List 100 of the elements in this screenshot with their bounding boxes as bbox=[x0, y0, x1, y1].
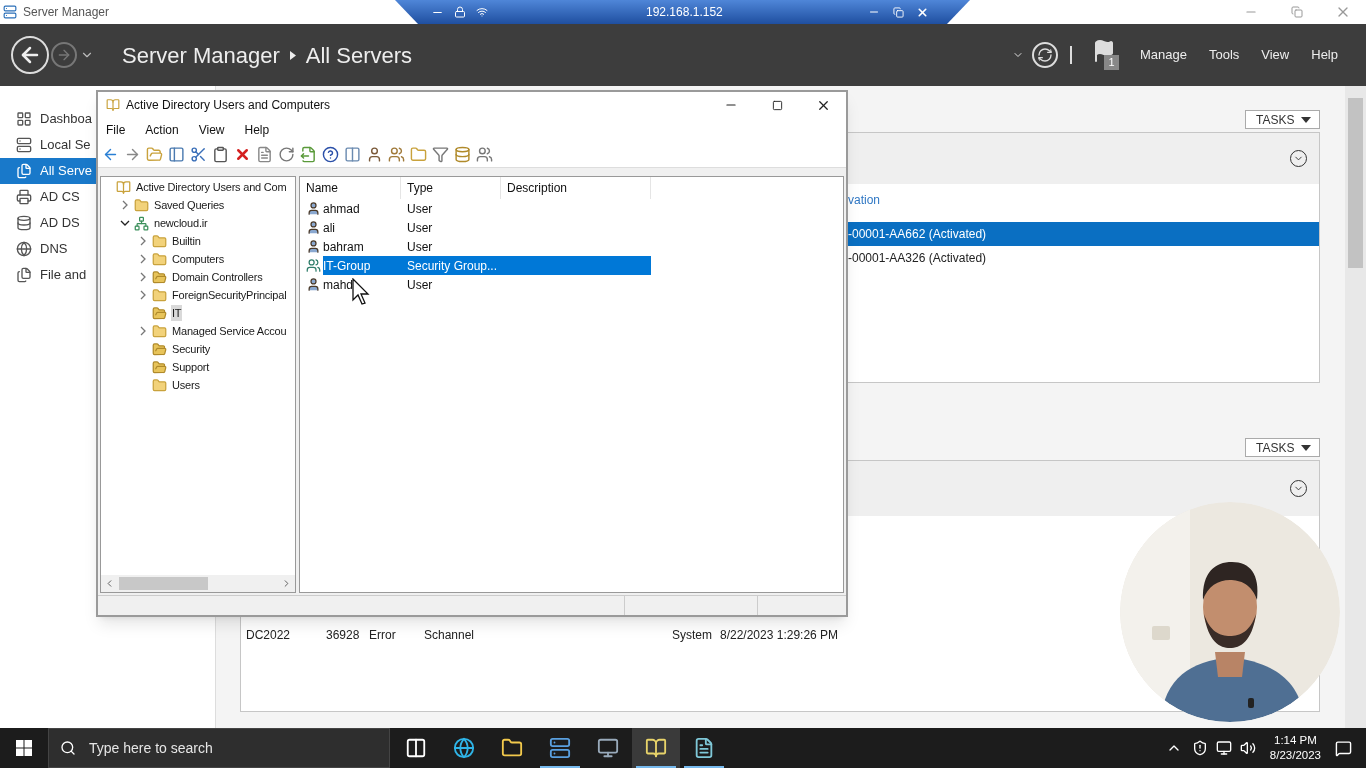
panel-icon[interactable] bbox=[344, 146, 361, 163]
tree-item[interactable]: Support bbox=[171, 359, 211, 375]
arrow-right-icon bbox=[56, 47, 72, 63]
sidebar-item[interactable]: Dashboa bbox=[0, 106, 96, 132]
tree-item[interactable]: newcloud.ir bbox=[153, 215, 209, 231]
folder-icon bbox=[152, 233, 167, 249]
help-icon[interactable] bbox=[322, 146, 339, 163]
menu-item[interactable]: View bbox=[198, 121, 225, 139]
sidebar-item[interactable]: File and bbox=[0, 262, 96, 288]
export-icon[interactable] bbox=[300, 146, 317, 163]
column-header[interactable]: Name bbox=[300, 177, 401, 199]
folder-icon[interactable] bbox=[410, 146, 427, 163]
breadcrumb-separator-icon bbox=[289, 50, 296, 60]
taskbar-app[interactable] bbox=[632, 728, 680, 768]
table-row[interactable]: DC2022 36928 Error Schannel System 8/22/2023 1:29:26 PM bbox=[246, 626, 920, 644]
tree-item[interactable]: Users bbox=[171, 377, 201, 393]
breadcrumb-item[interactable]: Server Manager bbox=[122, 38, 280, 72]
tree-item[interactable]: IT bbox=[171, 305, 183, 321]
filter-icon[interactable] bbox=[432, 146, 449, 163]
tree-item[interactable]: Computers bbox=[171, 251, 225, 267]
column-header[interactable]: vation bbox=[848, 191, 881, 209]
menu-item[interactable]: Manage bbox=[1139, 45, 1187, 65]
sidebar-item[interactable]: AD DS bbox=[0, 210, 96, 236]
menu-item[interactable]: Help bbox=[244, 121, 270, 139]
clock[interactable]: 1:14 PM 8/23/2023 bbox=[1265, 733, 1325, 763]
user-icon bbox=[306, 239, 321, 254]
folder-icon bbox=[152, 323, 167, 339]
forward-button[interactable] bbox=[51, 42, 77, 68]
domain-icon bbox=[134, 215, 149, 231]
server-icon bbox=[16, 137, 32, 153]
users-icon[interactable] bbox=[388, 146, 405, 163]
horizontal-scrollbar[interactable] bbox=[101, 575, 295, 592]
caret-icon bbox=[1301, 116, 1311, 123]
tree-item[interactable]: Saved Queries bbox=[153, 197, 226, 213]
folder-icon bbox=[152, 377, 167, 393]
tree-item[interactable]: Domain Controllers bbox=[171, 269, 264, 285]
menu-item[interactable]: Action bbox=[145, 121, 179, 139]
dns-icon bbox=[16, 241, 32, 257]
user-icon[interactable] bbox=[366, 146, 383, 163]
column-header[interactable]: Description bbox=[501, 177, 651, 199]
close-icon bbox=[915, 5, 929, 19]
table-cell-text: DC2022 bbox=[246, 627, 292, 644]
volume-icon[interactable] bbox=[1239, 740, 1256, 756]
properties-icon[interactable] bbox=[256, 146, 273, 163]
windows-logo-icon bbox=[16, 740, 32, 756]
sidebar-item[interactable]: DNS bbox=[0, 236, 96, 262]
table-cell-text: System bbox=[672, 627, 713, 644]
search-icon bbox=[60, 740, 76, 756]
list-row[interactable]: mahd User bbox=[323, 275, 651, 294]
menu-item[interactable]: View bbox=[1261, 45, 1290, 65]
console-tree-icon[interactable] bbox=[168, 146, 185, 163]
tree-item[interactable]: Managed Service Accou bbox=[171, 323, 288, 339]
mouse-cursor-icon bbox=[352, 278, 372, 306]
folder-up-icon[interactable] bbox=[146, 146, 163, 163]
back-button[interactable] bbox=[11, 36, 49, 74]
menu-item[interactable]: Help bbox=[1311, 45, 1338, 65]
notification-icon[interactable] bbox=[1335, 739, 1352, 757]
folder-icon bbox=[152, 251, 167, 267]
sidebar-item[interactable]: All Serve bbox=[0, 158, 96, 184]
user-icon bbox=[306, 201, 321, 216]
notifications-button[interactable]: 1 bbox=[1091, 39, 1118, 71]
document-icon bbox=[693, 737, 715, 759]
user-icon bbox=[306, 220, 321, 235]
maximize-icon bbox=[771, 99, 783, 111]
folder-icon bbox=[134, 197, 149, 213]
security-icon[interactable] bbox=[1191, 740, 1208, 756]
group-icon bbox=[306, 258, 321, 273]
folder-icon bbox=[152, 341, 167, 357]
menu-item[interactable]: Tools bbox=[1208, 45, 1240, 65]
tree-item[interactable]: ForeignSecurityPrincipal bbox=[171, 287, 288, 303]
search-field[interactable]: Type here to search bbox=[48, 728, 390, 768]
window-title: Server Manager bbox=[23, 4, 110, 21]
database-icon[interactable] bbox=[454, 146, 471, 163]
table-row[interactable]: -00001-AA662 (Activated) bbox=[847, 222, 1319, 246]
directory-icon bbox=[16, 215, 32, 231]
list-row[interactable]: bahram User bbox=[323, 237, 651, 256]
sidebar-item[interactable]: Local Se bbox=[0, 132, 96, 158]
breadcrumb-item[interactable]: All Servers bbox=[305, 38, 413, 72]
refresh-icon[interactable] bbox=[278, 146, 295, 163]
list-row[interactable]: ali User bbox=[323, 218, 651, 237]
sidebar-item[interactable]: AD CS bbox=[0, 184, 96, 210]
table-cell-text: Error bbox=[369, 627, 397, 644]
network-icon[interactable] bbox=[1215, 740, 1232, 756]
tree-item[interactable]: Active Directory Users and Com bbox=[135, 179, 288, 195]
app-icon bbox=[106, 98, 120, 112]
clipboard-icon[interactable] bbox=[212, 146, 229, 163]
delete-icon[interactable] bbox=[234, 146, 251, 163]
tree-item[interactable]: Security bbox=[171, 341, 212, 357]
list-row[interactable]: ahmad User bbox=[323, 199, 651, 218]
tasks-button[interactable]: TASKS bbox=[1245, 110, 1320, 129]
table-cell-text: Schannel bbox=[424, 627, 476, 644]
lock-icon bbox=[454, 6, 466, 18]
list-row[interactable]: IT-Group Security Group... bbox=[323, 256, 651, 275]
menu-item[interactable]: File bbox=[106, 121, 126, 139]
cut-icon[interactable] bbox=[190, 146, 207, 163]
table-row[interactable]: -00001-AA326 (Activated) bbox=[847, 246, 1319, 270]
tree-item[interactable]: Builtin bbox=[171, 233, 202, 249]
group-icon[interactable] bbox=[476, 146, 493, 163]
column-header[interactable]: Type bbox=[401, 177, 501, 199]
tasks-button[interactable]: TASKS bbox=[1245, 438, 1320, 457]
